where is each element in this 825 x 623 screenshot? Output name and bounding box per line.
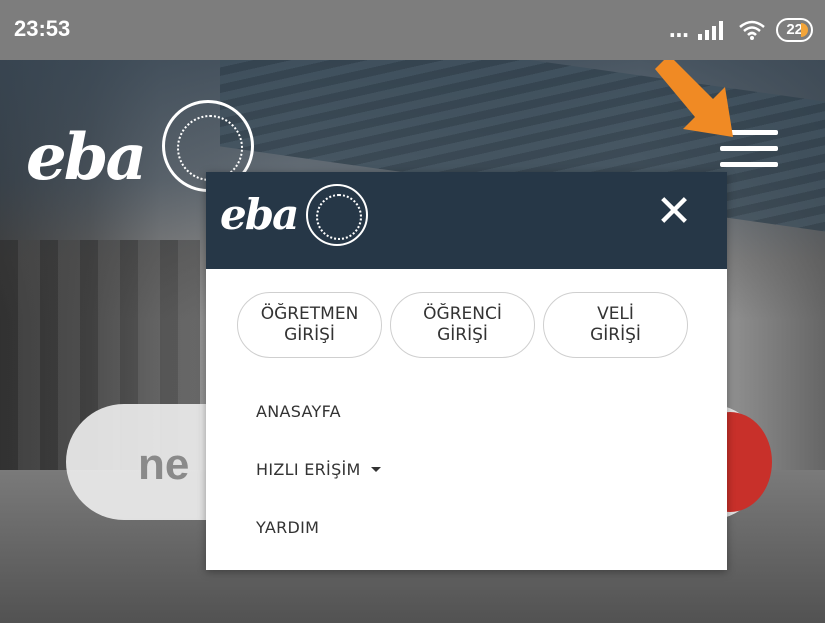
parent-login-button[interactable]: VELİ GİRİŞİ	[543, 292, 688, 358]
status-icons: ... 22	[669, 18, 813, 42]
orange-arrow-icon	[655, 55, 733, 137]
nav-item-label: YARDIM	[256, 518, 320, 537]
cell-signal-icon	[698, 21, 724, 40]
menu-ministry-seal-icon	[306, 184, 368, 246]
close-icon[interactable]: ✕	[654, 188, 694, 236]
nav-item-label: HIZLI ERİŞİM	[256, 460, 361, 479]
student-login-button[interactable]: ÖĞRENCİ GİRİŞİ	[390, 292, 535, 358]
nav-item-home[interactable]: ANASAYFA	[256, 392, 381, 450]
caret-down-icon	[370, 467, 381, 472]
signal-dots-icon: ...	[668, 18, 690, 42]
menu-header: eba ✕	[206, 172, 727, 269]
search-input-text[interactable]: ne	[138, 440, 189, 490]
menu-nav-list: ANASAYFA HIZLI ERİŞİM YARDIM	[256, 392, 381, 566]
menu-eba-logo[interactable]: eba	[220, 190, 299, 239]
login-buttons: ÖĞRETMEN GİRİŞİ ÖĞRENCİ GİRİŞİ VELİ GİRİ…	[237, 292, 688, 358]
status-time: 23:53	[14, 16, 71, 41]
nav-item-label: ANASAYFA	[256, 402, 341, 421]
teacher-login-button[interactable]: ÖĞRETMEN GİRİŞİ	[237, 292, 382, 358]
status-bar: 23:53 ... 22	[0, 0, 825, 60]
navigation-menu: eba ✕ ÖĞRETMEN GİRİŞİ ÖĞRENCİ GİRİŞİ VEL…	[206, 172, 727, 570]
battery-icon: 22	[776, 18, 813, 42]
eba-logo[interactable]: eba	[26, 120, 147, 195]
nav-item-quick-access[interactable]: HIZLI ERİŞİM	[256, 450, 381, 508]
wifi-icon	[739, 20, 766, 40]
nav-item-help[interactable]: YARDIM	[256, 508, 381, 566]
